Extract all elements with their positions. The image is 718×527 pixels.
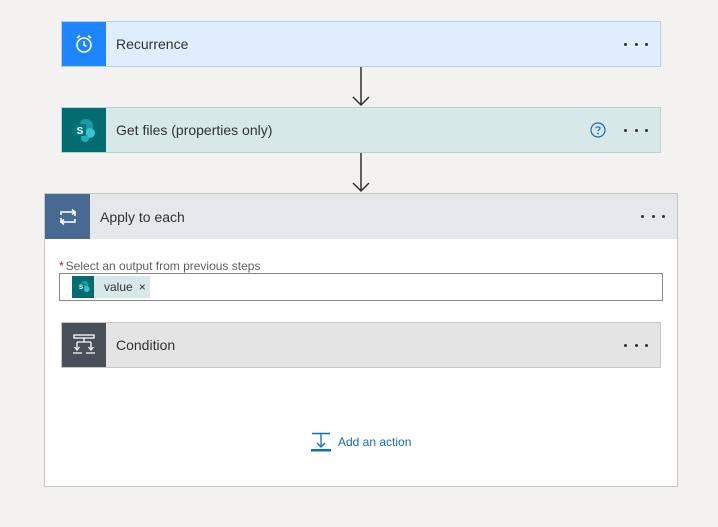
sharepoint-icon: S (72, 276, 94, 298)
svg-text:S: S (79, 285, 83, 291)
condition-icon (62, 323, 106, 367)
token-remove-button[interactable]: × (139, 280, 146, 294)
help-icon[interactable] (590, 122, 606, 138)
apply-to-each-header[interactable]: Apply to each (45, 194, 677, 239)
add-an-action-button[interactable]: Add an action (310, 432, 411, 452)
flow-arrow-icon (352, 153, 370, 193)
value-token[interactable]: S value × (72, 276, 150, 298)
token-label: value (104, 280, 133, 294)
sharepoint-icon: S (62, 108, 106, 152)
required-mark: * (59, 259, 64, 273)
condition-title: Condition (116, 337, 176, 353)
alarm-clock-icon (62, 22, 106, 66)
output-field-label-text: Select an output from previous steps (65, 259, 261, 273)
flow-arrow-icon (352, 67, 370, 107)
condition-card[interactable]: Condition (61, 322, 661, 368)
apply-to-each-more-button[interactable] (641, 209, 665, 225)
loop-icon (45, 194, 90, 239)
recurrence-card[interactable]: Recurrence (61, 21, 661, 67)
output-token-input[interactable]: S value × (59, 273, 663, 301)
recurrence-title: Recurrence (116, 36, 189, 52)
recurrence-more-button[interactable] (624, 36, 648, 52)
output-field-label: * Select an output from previous steps (59, 259, 260, 273)
get-files-card[interactable]: S Get files (properties only) (61, 107, 661, 153)
condition-more-button[interactable] (624, 337, 648, 353)
svg-text:S: S (77, 126, 84, 137)
get-files-more-button[interactable] (624, 122, 648, 138)
apply-to-each-title: Apply to each (100, 208, 185, 225)
apply-to-each-card: Apply to each * Select an output from pre… (44, 193, 678, 487)
get-files-title: Get files (properties only) (116, 122, 273, 138)
add-an-action-label: Add an action (338, 435, 412, 449)
add-action-icon (311, 432, 331, 452)
